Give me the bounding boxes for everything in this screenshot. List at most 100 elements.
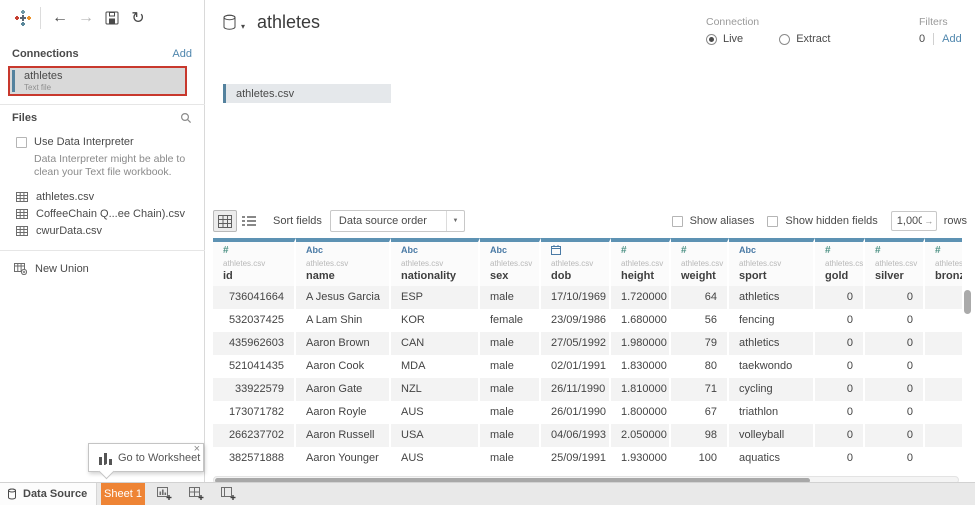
cell-gold[interactable]: 0 — [815, 286, 865, 309]
cell-silver[interactable]: 0 — [865, 332, 925, 355]
cell-nationality[interactable]: NZL — [391, 378, 480, 401]
cell-silver[interactable]: 0 — [865, 401, 925, 424]
cell-name[interactable]: Aaron Younger — [296, 447, 391, 470]
cell-id[interactable]: 33922579 — [213, 378, 296, 401]
cell-nationality[interactable]: MDA — [391, 355, 480, 378]
sort-order-dropdown[interactable]: Data source order ▼ — [330, 210, 465, 232]
column-header-gold[interactable]: #athletes.csvgold — [815, 238, 865, 286]
cell-gold[interactable]: 0 — [815, 424, 865, 447]
cell-bronze[interactable] — [925, 355, 962, 378]
data-interpreter-checkbox[interactable] — [16, 137, 27, 148]
cell-silver[interactable]: 0 — [865, 424, 925, 447]
cell-bronze[interactable] — [925, 424, 962, 447]
cell-weight[interactable]: 67 — [671, 401, 729, 424]
add-filter-link[interactable]: Add — [942, 33, 962, 45]
cell-nationality[interactable]: KOR — [391, 309, 480, 332]
cell-nationality[interactable]: CAN — [391, 332, 480, 355]
cell-sport[interactable]: athletics — [729, 286, 815, 309]
table-chip-athletes-csv[interactable]: athletes.csv — [223, 84, 391, 103]
cell-sport[interactable]: fencing — [729, 309, 815, 332]
cell-dob[interactable]: 27/05/1992 — [541, 332, 611, 355]
cell-bronze[interactable] — [925, 447, 962, 470]
cell-silver[interactable]: 0 — [865, 447, 925, 470]
column-header-weight[interactable]: #athletes.csvweight — [671, 238, 729, 286]
cell-gold[interactable]: 0 — [815, 332, 865, 355]
datasource-caret-icon[interactable]: ▾ — [241, 22, 245, 31]
database-icon[interactable] — [222, 14, 237, 31]
cell-sport[interactable]: athletics — [729, 332, 815, 355]
cell-height[interactable]: 1.680000 — [611, 309, 671, 332]
metadata-view-button[interactable] — [237, 210, 261, 232]
live-radio[interactable] — [706, 34, 717, 45]
cell-weight[interactable]: 80 — [671, 355, 729, 378]
new-story-button[interactable] — [215, 483, 241, 505]
cell-name[interactable]: Aaron Cook — [296, 355, 391, 378]
cell-sex[interactable]: male — [480, 401, 541, 424]
tab-sheet-1[interactable]: Sheet 1 — [101, 483, 145, 505]
cell-id[interactable]: 173071782 — [213, 401, 296, 424]
cell-sport[interactable]: cycling — [729, 378, 815, 401]
column-header-id[interactable]: #athletes.csvid — [213, 238, 296, 286]
add-connection-link[interactable]: Add — [172, 48, 192, 60]
live-radio-option[interactable]: Live — [706, 33, 743, 45]
cell-height[interactable]: 1.810000 — [611, 378, 671, 401]
dropdown-caret-icon[interactable]: ▼ — [446, 211, 464, 231]
cell-silver[interactable]: 0 — [865, 286, 925, 309]
column-header-sport[interactable]: Abcathletes.csvsport — [729, 238, 815, 286]
cell-dob[interactable]: 02/01/1991 — [541, 355, 611, 378]
cell-silver[interactable]: 0 — [865, 355, 925, 378]
cell-nationality[interactable]: AUS — [391, 447, 480, 470]
cell-dob[interactable]: 17/10/1969 — [541, 286, 611, 309]
column-header-sex[interactable]: Abcathletes.csvsex — [480, 238, 541, 286]
cell-sex[interactable]: male — [480, 447, 541, 470]
cell-name[interactable]: Aaron Gate — [296, 378, 391, 401]
refresh-button[interactable]: ↻ — [125, 7, 151, 29]
file-item-athletes[interactable]: athletes.csv — [16, 190, 94, 204]
cell-gold[interactable]: 0 — [815, 447, 865, 470]
new-worksheet-button[interactable] — [151, 483, 177, 505]
rows-apply-arrow-icon[interactable]: → — [922, 216, 936, 226]
cell-bronze[interactable] — [925, 332, 962, 355]
cell-sport[interactable]: taekwondo — [729, 355, 815, 378]
cell-id[interactable]: 382571888 — [213, 447, 296, 470]
cell-sport[interactable]: aquatics — [729, 447, 815, 470]
tableau-logo-icon[interactable] — [10, 7, 36, 29]
cell-weight[interactable]: 56 — [671, 309, 729, 332]
new-union-item[interactable]: New Union — [14, 262, 89, 275]
cell-nationality[interactable]: AUS — [391, 401, 480, 424]
new-dashboard-button[interactable] — [183, 483, 209, 505]
extract-radio[interactable] — [779, 34, 790, 45]
cell-sex[interactable]: female — [480, 309, 541, 332]
cell-gold[interactable]: 0 — [815, 401, 865, 424]
cell-sex[interactable]: male — [480, 424, 541, 447]
cell-silver[interactable]: 0 — [865, 309, 925, 332]
cell-bronze[interactable] — [925, 378, 962, 401]
cell-nationality[interactable]: ESP — [391, 286, 480, 309]
cell-height[interactable]: 2.050000 — [611, 424, 671, 447]
cell-bronze[interactable] — [925, 309, 962, 332]
cell-height[interactable]: 1.720000 — [611, 286, 671, 309]
cell-dob[interactable]: 26/01/1990 — [541, 401, 611, 424]
vertical-scrollbar-thumb[interactable] — [964, 290, 971, 314]
cell-name[interactable]: A Jesus Garcia — [296, 286, 391, 309]
cell-height[interactable]: 1.980000 — [611, 332, 671, 355]
column-header-name[interactable]: Abcathletes.csvname — [296, 238, 391, 286]
cell-height[interactable]: 1.830000 — [611, 355, 671, 378]
tab-data-source[interactable]: Data Source — [0, 483, 97, 505]
file-item-coffeechain[interactable]: CoffeeChain Q...ee Chain).csv — [16, 207, 185, 221]
cell-id[interactable]: 736041664 — [213, 286, 296, 309]
cell-id[interactable]: 532037425 — [213, 309, 296, 332]
use-data-interpreter-option[interactable]: Use Data Interpreter — [16, 136, 134, 148]
cell-name[interactable]: Aaron Russell — [296, 424, 391, 447]
cell-weight[interactable]: 100 — [671, 447, 729, 470]
vertical-scrollbar[interactable] — [964, 290, 972, 470]
cell-name[interactable]: A Lam Shin — [296, 309, 391, 332]
extract-radio-option[interactable]: Extract — [779, 33, 830, 45]
rows-count-input[interactable] — [892, 215, 922, 227]
cell-id[interactable]: 266237702 — [213, 424, 296, 447]
show-aliases-checkbox[interactable] — [672, 216, 683, 227]
cell-dob[interactable]: 04/06/1993 — [541, 424, 611, 447]
cell-silver[interactable]: 0 — [865, 378, 925, 401]
column-header-nationality[interactable]: Abcathletes.csvnationality — [391, 238, 480, 286]
cell-height[interactable]: 1.800000 — [611, 401, 671, 424]
